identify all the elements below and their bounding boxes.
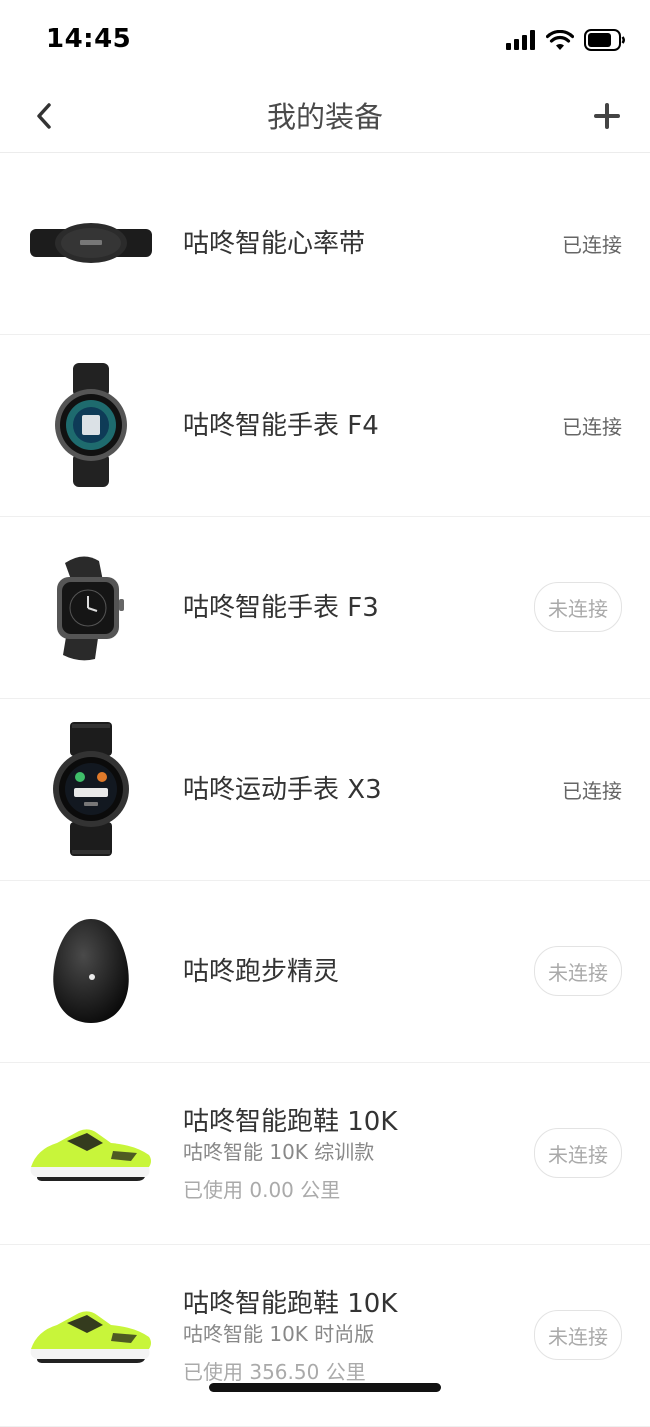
device-subtitle: 咕咚智能 10K 时尚版 bbox=[183, 1321, 375, 1346]
device-name: 咕咚智能心率带 bbox=[183, 228, 366, 259]
device-row[interactable]: 咕咚智能手表 F3 未连接 bbox=[0, 517, 650, 699]
home-indicator bbox=[209, 1383, 441, 1392]
device-thumbnail bbox=[26, 722, 156, 856]
device-name: 咕咚智能跑鞋 10K bbox=[183, 1288, 398, 1319]
device-info: 咕咚运动手表 X3 bbox=[183, 699, 382, 880]
device-info: 咕咚智能手表 F4 bbox=[183, 335, 379, 516]
status-bar: 14:45 bbox=[0, 0, 650, 80]
connect-button[interactable]: 未连接 bbox=[534, 1310, 622, 1360]
device-thumbnail bbox=[26, 906, 156, 1036]
device-row[interactable]: 咕咚智能心率带 已连接 bbox=[0, 153, 650, 335]
device-subtitle: 咕咚智能 10K 综训款 bbox=[183, 1139, 375, 1164]
connect-button[interactable]: 未连接 bbox=[534, 582, 622, 632]
device-info: 咕咚跑步精灵 bbox=[183, 881, 339, 1062]
connection-status: 已连接 bbox=[562, 779, 622, 803]
device-thumbnail bbox=[26, 1088, 156, 1218]
heart-rate-strap-icon bbox=[30, 223, 152, 263]
device-info: 咕咚智能手表 F3 bbox=[183, 517, 379, 698]
running-shoe-icon bbox=[30, 1129, 151, 1181]
device-row[interactable]: 咕咚跑步精灵 未连接 bbox=[0, 881, 650, 1063]
device-name: 咕咚智能手表 F4 bbox=[183, 410, 379, 441]
cellular-signal-icon bbox=[506, 30, 535, 50]
sports-watch-icon bbox=[53, 722, 129, 856]
running-pod-icon bbox=[53, 919, 129, 1023]
device-name: 咕咚智能手表 F3 bbox=[183, 592, 379, 623]
connect-button[interactable]: 未连接 bbox=[534, 946, 622, 996]
connection-status: 已连接 bbox=[562, 233, 622, 257]
connection-status: 已连接 bbox=[562, 415, 622, 439]
device-info: 咕咚智能心率带 bbox=[183, 153, 365, 334]
device-row[interactable]: 咕咚运动手表 X3 已连接 bbox=[0, 699, 650, 881]
device-thumbnail bbox=[26, 542, 156, 672]
device-name: 咕咚跑步精灵 bbox=[183, 956, 340, 987]
add-device-button[interactable] bbox=[588, 97, 626, 135]
device-info: 咕咚智能跑鞋 10K 咕咚智能 10K 综训款 已使用 0.00 公里 bbox=[183, 1063, 397, 1244]
running-shoe-icon bbox=[30, 1311, 151, 1363]
battery-icon bbox=[584, 29, 625, 51]
device-usage: 已使用 0.00 公里 bbox=[183, 1177, 341, 1202]
device-row[interactable]: 咕咚智能跑鞋 10K 咕咚智能 10K 时尚版 已使用 356.50 公里 未连… bbox=[0, 1245, 650, 1427]
navigation-bar: 我的装备 bbox=[0, 80, 650, 153]
device-row[interactable]: 咕咚智能手表 F4 已连接 bbox=[0, 335, 650, 517]
wifi-icon bbox=[546, 29, 574, 50]
device-list: 咕咚智能心率带 已连接 咕咚智能手表 F4 已连接 咕咚智能手表 F3 未连接 … bbox=[0, 153, 650, 1427]
device-name: 咕咚运动手表 X3 bbox=[183, 774, 382, 805]
device-thumbnail bbox=[26, 178, 156, 308]
plus-icon bbox=[594, 103, 620, 129]
device-info: 咕咚智能跑鞋 10K 咕咚智能 10K 时尚版 已使用 356.50 公里 bbox=[183, 1245, 397, 1426]
page-title: 我的装备 bbox=[266, 100, 383, 134]
device-usage: 已使用 356.50 公里 bbox=[183, 1359, 366, 1384]
device-name: 咕咚智能跑鞋 10K bbox=[183, 1106, 398, 1137]
status-time: 14:45 bbox=[46, 24, 132, 54]
status-icons bbox=[506, 28, 626, 52]
device-thumbnail bbox=[26, 360, 156, 490]
device-row[interactable]: 咕咚智能跑鞋 10K 咕咚智能 10K 综训款 已使用 0.00 公里 未连接 bbox=[0, 1063, 650, 1245]
connect-button[interactable]: 未连接 bbox=[534, 1128, 622, 1178]
round-smartwatch-icon bbox=[55, 363, 127, 487]
square-smartwatch-icon bbox=[57, 556, 124, 661]
device-thumbnail bbox=[26, 1270, 156, 1400]
